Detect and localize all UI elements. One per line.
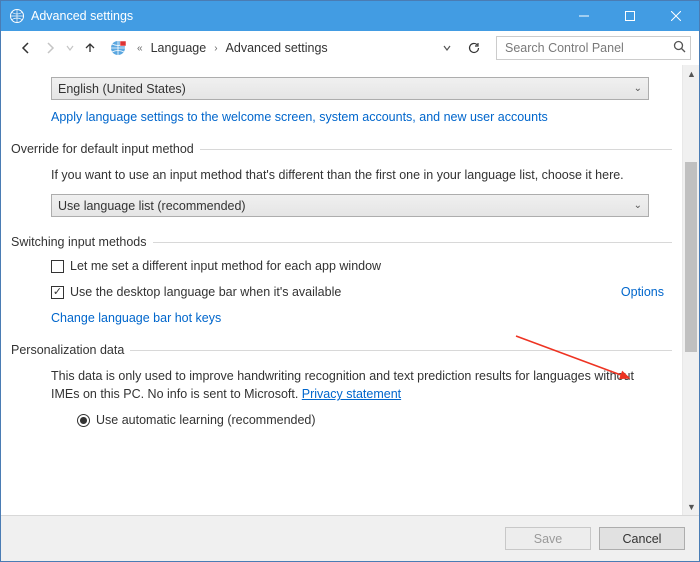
options-link[interactable]: Options (621, 285, 664, 299)
scroll-up-button[interactable]: ▲ (683, 65, 699, 82)
override-desc: If you want to use an input method that'… (51, 166, 649, 184)
personalization-desc: This data is only used to improve handwr… (51, 367, 649, 403)
checkbox-icon[interactable] (51, 260, 64, 273)
section-override-title: Override for default input method (11, 142, 194, 156)
section-personalization: Personalization data (11, 343, 672, 357)
chevron-right-icon: › (212, 43, 219, 54)
maximize-button[interactable] (607, 1, 653, 31)
checkbox-per-app[interactable]: Let me set a different input method for … (51, 259, 672, 273)
hotkeys-link[interactable]: Change language bar hot keys (51, 311, 672, 325)
section-switching-title: Switching input methods (11, 235, 147, 249)
region-icon (109, 39, 127, 57)
scroll-track[interactable] (683, 82, 699, 498)
input-method-value: Use language list (recommended) (58, 199, 246, 213)
up-button[interactable] (79, 37, 101, 59)
primary-language-dropdown[interactable]: English (United States) ⌄ (51, 77, 649, 100)
radio-auto-learning[interactable]: Use automatic learning (recommended) (77, 413, 672, 427)
footer: Save Cancel (1, 515, 699, 561)
chevron-left-icon[interactable]: « (135, 43, 145, 54)
vertical-scrollbar[interactable]: ▲ ▼ (682, 65, 699, 515)
checkbox-icon[interactable] (51, 286, 64, 299)
chevron-down-icon: ⌄ (634, 200, 642, 211)
recent-dropdown-button[interactable] (63, 37, 77, 59)
content-area: English (United States) ⌄ Apply language… (1, 65, 699, 515)
search-input[interactable] (503, 40, 673, 56)
apply-to-welcome-link[interactable]: Apply language settings to the welcome s… (51, 110, 672, 124)
save-button[interactable]: Save (505, 527, 591, 550)
window: Advanced settings (0, 0, 700, 562)
breadcrumb-item-language[interactable]: Language (147, 39, 211, 57)
radio-auto-learning-label: Use automatic learning (recommended) (96, 413, 316, 427)
primary-language-value: English (United States) (58, 82, 186, 96)
content-panel: English (United States) ⌄ Apply language… (1, 65, 682, 515)
forward-button[interactable] (39, 37, 61, 59)
address-dropdown-button[interactable] (438, 39, 456, 57)
search-box[interactable] (496, 36, 691, 60)
titlebar: Advanced settings (1, 1, 699, 31)
section-personalization-title: Personalization data (11, 343, 124, 357)
app-icon (9, 8, 25, 24)
search-icon[interactable] (673, 40, 686, 56)
checkbox-language-bar[interactable]: Use the desktop language bar when it's a… (51, 285, 672, 299)
breadcrumb-item-advanced[interactable]: Advanced settings (222, 39, 332, 57)
back-button[interactable] (15, 37, 37, 59)
window-title: Advanced settings (31, 9, 133, 23)
minimize-button[interactable] (561, 1, 607, 31)
checkbox-per-app-label: Let me set a different input method for … (70, 259, 381, 273)
radio-icon[interactable] (77, 414, 90, 427)
breadcrumb: « Language › Advanced settings (135, 39, 332, 57)
cancel-button[interactable]: Cancel (599, 527, 685, 550)
chevron-down-icon: ⌄ (634, 83, 642, 94)
close-button[interactable] (653, 1, 699, 31)
input-method-dropdown[interactable]: Use language list (recommended) ⌄ (51, 194, 649, 217)
refresh-button[interactable] (462, 36, 486, 60)
section-switching: Switching input methods (11, 235, 672, 249)
scroll-down-button[interactable]: ▼ (683, 498, 699, 515)
privacy-statement-link[interactable]: Privacy statement (302, 387, 401, 401)
checkbox-language-bar-label: Use the desktop language bar when it's a… (70, 285, 341, 299)
section-override: Override for default input method (11, 142, 672, 156)
scroll-thumb[interactable] (685, 162, 697, 352)
navbar: « Language › Advanced settings (1, 31, 699, 65)
